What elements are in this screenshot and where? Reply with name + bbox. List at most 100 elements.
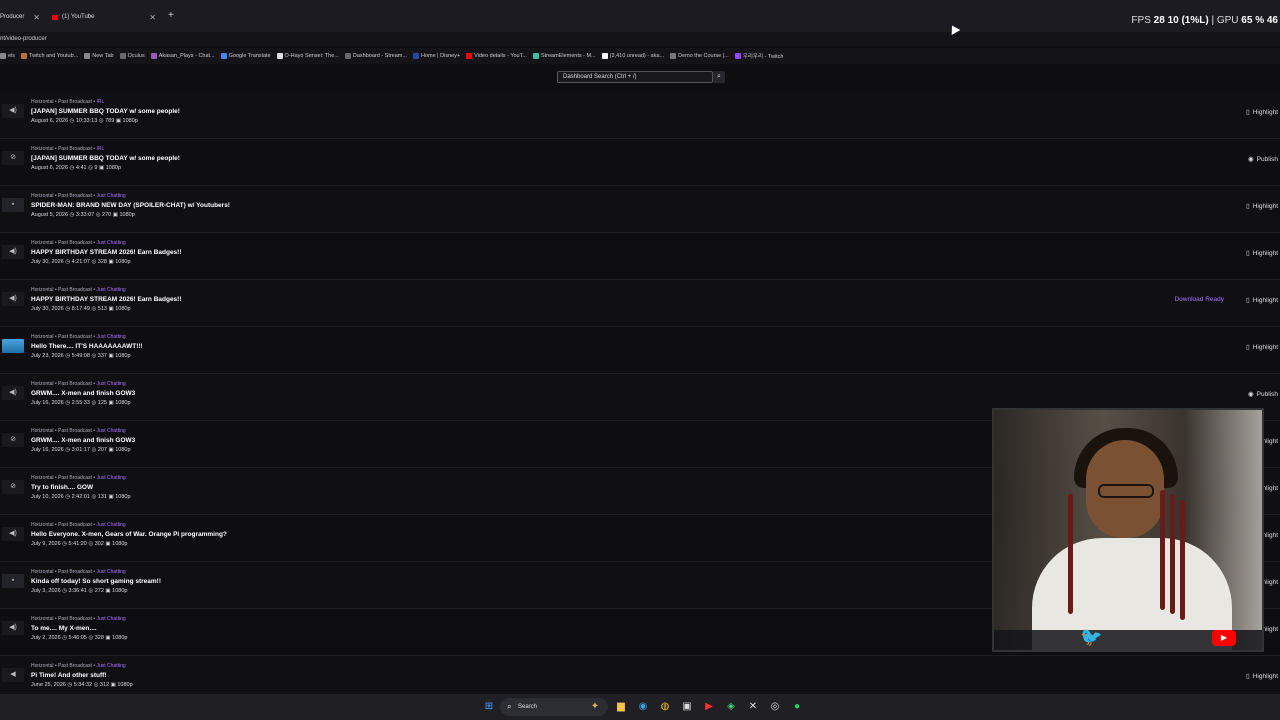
bookmark-item[interactable]: els — [0, 53, 15, 59]
video-category-link[interactable]: Just Chatting — [96, 616, 125, 622]
video-thumbnail[interactable]: ◀) — [2, 245, 24, 259]
video-thumbnail[interactable] — [2, 339, 24, 353]
video-thumbnail[interactable]: ◀) — [2, 621, 24, 635]
tab-youtube[interactable]: (1) YouTube ✕ — [52, 8, 160, 26]
video-thumbnail[interactable]: ◀) — [2, 386, 24, 400]
bookmark-item[interactable]: Dashboard - Stream... — [344, 53, 407, 59]
close-icon[interactable]: ✕ — [33, 13, 40, 22]
windows-start-icon[interactable]: ⊞ — [482, 700, 496, 714]
video-thumbnail[interactable]: ⊘ — [2, 480, 24, 494]
video-title[interactable]: [JAPAN] SUMMER BBQ TODAY w/ some people! — [31, 108, 180, 115]
store-icon[interactable]: ▣ — [680, 700, 694, 714]
app-icon[interactable]: ◎ — [768, 700, 782, 714]
video-title[interactable]: Kinda off today! So short gaming stream!… — [31, 578, 161, 585]
video-title[interactable]: Try to finish.... GOW — [31, 484, 93, 491]
close-icon[interactable]: ✕ — [149, 13, 156, 22]
bookmark-item[interactable]: Twitch and Youtub... — [21, 53, 78, 59]
windows-taskbar: ⊞ ⌕ Search ✦ ▆ ◉ ◍ ▣ ▶ ◈ ✕ ◎ ● — [0, 694, 1280, 720]
video-title[interactable]: HAPPY BIRTHDAY STREAM 2026! Earn Badges!… — [31, 249, 182, 256]
tab-producer[interactable]: Producer ✕ — [0, 8, 44, 26]
video-row[interactable]: ◀) Horizontal • Past Broadcast • IRL [JAPA… — [0, 92, 1280, 139]
video-category-link[interactable]: IRL — [96, 146, 104, 152]
video-title[interactable]: Pi Time! And other stuff! — [31, 672, 106, 679]
bookmark-item[interactable]: New Tab — [84, 53, 114, 59]
search-icon[interactable]: ⌕ — [713, 71, 725, 83]
app-icon[interactable]: ◈ — [724, 700, 738, 714]
tools-icon[interactable]: ✕ — [746, 700, 760, 714]
bookmark-item[interactable]: 우리우리 - Twitch — [734, 52, 783, 60]
video-meta: Horizontal • Past Broadcast • Just Chatt… — [31, 475, 126, 481]
video-thumbnail[interactable]: ▪ — [2, 198, 24, 212]
video-title[interactable]: [JAPAN] SUMMER BBQ TODAY w/ some people! — [31, 155, 180, 162]
bookmark-item[interactable]: StreamElements - M... — [532, 53, 596, 59]
spotify-icon[interactable]: ● — [790, 700, 804, 714]
new-tab-button[interactable]: + — [168, 10, 174, 21]
bookmark-favicon-icon — [466, 53, 473, 59]
video-title[interactable]: GRWM.... X-men and finish GOW3 — [31, 390, 135, 397]
highlight-button[interactable]: ▯Highlight — [1246, 672, 1278, 681]
highlight-button[interactable]: ▯Highlight — [1246, 202, 1278, 211]
video-row[interactable]: ⊘ Horizontal • Past Broadcast • IRL [JAPAN… — [0, 139, 1280, 186]
video-title[interactable]: GRWM.... X-men and finish GOW3 — [31, 437, 135, 444]
bookmark-item[interactable]: Video details - YouT... — [466, 53, 527, 59]
video-category-link[interactable]: Just Chatting — [96, 522, 125, 528]
bookmark-item[interactable]: O-Hayo Sensei: The... — [276, 53, 339, 59]
address-bar[interactable]: nt/video-producer — [0, 32, 1280, 46]
video-meta: Horizontal • Past Broadcast • Just Chatt… — [31, 381, 126, 387]
video-title[interactable]: Hello Everyone. X-men, Gears of War. Ora… — [31, 531, 227, 538]
video-thumbnail[interactable]: ⊘ — [2, 151, 24, 165]
video-category-link[interactable]: Just Chatting — [96, 569, 125, 575]
bookmark-favicon-icon — [150, 53, 157, 59]
file-explorer-icon[interactable]: ▆ — [614, 700, 628, 714]
video-title[interactable]: SPIDER-MAN: BRAND NEW DAY (SPOILER-CHAT)… — [31, 202, 230, 209]
highlight-button[interactable]: ▯Highlight — [1246, 108, 1278, 117]
video-category-link[interactable]: Just Chatting — [96, 287, 125, 293]
video-category-link[interactable]: Just Chatting — [96, 663, 125, 669]
video-thumbnail[interactable]: ◀) — [2, 527, 24, 541]
video-title[interactable]: Hello There.... IT'S HAAAAAAAWT!!! — [31, 343, 143, 350]
bookmark-favicon-icon — [734, 53, 741, 59]
video-meta: Horizontal • Past Broadcast • Just Chatt… — [31, 193, 126, 199]
bookmark-label: Demo the Course |... — [678, 53, 729, 59]
video-category-link[interactable]: Just Chatting — [96, 475, 125, 481]
bookmark-label: els — [8, 53, 16, 59]
video-category-link[interactable]: Just Chatting — [96, 381, 125, 387]
video-thumbnail[interactable]: ◀) — [2, 104, 24, 118]
video-title[interactable]: HAPPY BIRTHDAY STREAM 2026! Earn Badges!… — [31, 296, 182, 303]
bookmark-item[interactable]: Home | Disney+ — [412, 53, 460, 59]
highlight-button[interactable]: ▯Highlight — [1246, 296, 1278, 305]
bookmark-item[interactable]: Demo the Course |... — [670, 53, 729, 59]
video-category-link[interactable]: IRL — [96, 99, 104, 105]
youtube-app-icon[interactable]: ▶ — [702, 700, 716, 714]
video-category-link[interactable]: Just Chatting — [96, 240, 125, 246]
chrome-icon[interactable]: ◍ — [658, 700, 672, 714]
publish-button[interactable]: ◉ Publish — [1248, 155, 1278, 164]
publish-button[interactable]: ◉ Publish — [1248, 390, 1278, 399]
video-thumbnail[interactable]: ⊘ — [2, 433, 24, 447]
highlight-button[interactable]: ▯Highlight — [1246, 343, 1278, 352]
video-category-link[interactable]: Just Chatting — [96, 334, 125, 340]
bookmark-item[interactable]: Google Translate — [220, 53, 271, 59]
download-ready-link[interactable]: Download Ready — [1174, 296, 1224, 303]
video-row[interactable]: ▪ Horizontal • Past Broadcast • Just Chat… — [0, 186, 1280, 233]
bookmark-item[interactable]: Akasan_Plays - Chat... — [150, 53, 215, 59]
video-meta: Horizontal • Past Broadcast • Just Chatt… — [31, 334, 126, 340]
video-row[interactable]: ◀) Horizontal • Past Broadcast • Just Cha… — [0, 233, 1280, 280]
video-row[interactable]: ◀) Horizontal • Past Broadcast • Just Cha… — [0, 280, 1280, 327]
bookmark-item[interactable]: (3,410 unread) - aka... — [601, 53, 664, 59]
highlight-button[interactable]: ▯Highlight — [1246, 249, 1278, 258]
dashboard-search-input[interactable]: Dashboard Search (Ctrl + /) — [557, 71, 713, 83]
video-category-link[interactable]: Just Chatting — [96, 428, 125, 434]
video-category-link[interactable]: Just Chatting — [96, 193, 125, 199]
video-thumbnail[interactable]: ▪ — [2, 574, 24, 588]
widget-icon[interactable]: ✦ — [588, 700, 602, 714]
url-text: nt/video-producer — [0, 36, 47, 42]
video-row[interactable]: Horizontal • Past Broadcast • Just Chatt… — [0, 327, 1280, 374]
video-thumbnail[interactable]: ◀ — [2, 668, 24, 682]
bookmark-favicon-icon — [220, 53, 227, 59]
bookmark-item[interactable]: Oculus — [119, 53, 145, 59]
video-title[interactable]: To me.... My X-men.... — [31, 625, 97, 632]
edge-icon[interactable]: ◉ — [636, 700, 650, 714]
video-thumbnail[interactable]: ◀) — [2, 292, 24, 306]
twitter-icon: 🐦 — [1080, 627, 1103, 647]
